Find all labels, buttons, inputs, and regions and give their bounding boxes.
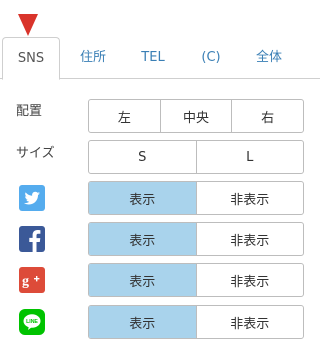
twitter-hide-button[interactable]: 非表示 <box>195 182 304 214</box>
google-plus-visibility-control: 表示 非表示 <box>88 263 304 297</box>
placement-left-button[interactable]: 左 <box>89 100 160 132</box>
tab-sns[interactable]: SNS <box>2 37 60 80</box>
facebook-hide-button[interactable]: 非表示 <box>195 223 304 255</box>
size-segmented-control: S L <box>88 140 304 174</box>
placement-segmented-control: 左 中央 右 <box>88 99 304 133</box>
line-visibility-control: 表示 非表示 <box>88 305 304 339</box>
line-show-button[interactable]: 表示 <box>89 306 196 338</box>
twitter-visibility-control: 表示 非表示 <box>88 181 304 215</box>
google-plus-hide-button[interactable]: 非表示 <box>195 264 304 296</box>
google-plus-show-button[interactable]: 表示 <box>89 264 196 296</box>
svg-text:g: g <box>22 274 29 289</box>
size-label: サイズ <box>16 146 55 161</box>
active-tab-marker-icon <box>18 14 38 36</box>
tab-copyright[interactable]: (C) <box>182 37 240 79</box>
size-s-button[interactable]: S <box>89 141 196 173</box>
line-icon: LINE <box>19 309 45 335</box>
tab-address[interactable]: 住所 <box>64 37 122 79</box>
google-plus-icon: g <box>19 267 45 293</box>
placement-center-button[interactable]: 中央 <box>159 100 232 132</box>
tab-all[interactable]: 全体 <box>240 37 298 79</box>
facebook-show-button[interactable]: 表示 <box>89 223 196 255</box>
facebook-icon <box>19 226 45 252</box>
tab-bar: SNS 住所 TEL (C) 全体 <box>0 37 320 80</box>
placement-right-button[interactable]: 右 <box>231 100 303 132</box>
twitter-icon <box>19 185 45 211</box>
tab-tel[interactable]: TEL <box>124 37 182 79</box>
line-hide-button[interactable]: 非表示 <box>195 306 304 338</box>
svg-text:LINE: LINE <box>26 319 38 325</box>
facebook-visibility-control: 表示 非表示 <box>88 222 304 256</box>
placement-label: 配置 <box>16 104 43 119</box>
twitter-show-button[interactable]: 表示 <box>89 182 196 214</box>
size-l-button[interactable]: L <box>195 141 304 173</box>
